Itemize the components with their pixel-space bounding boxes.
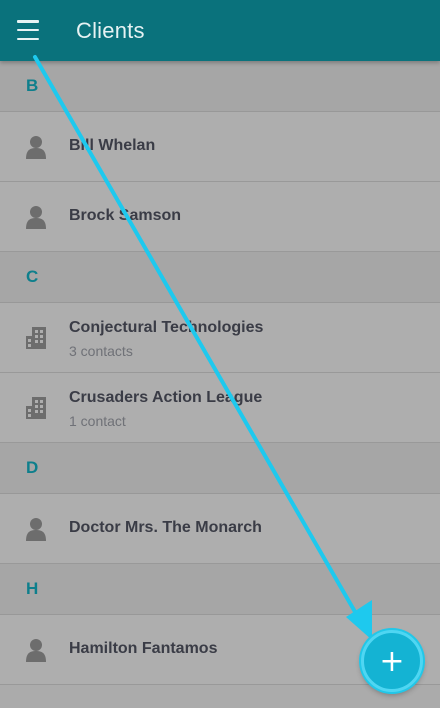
person-icon — [25, 517, 47, 541]
client-name: Hamilton Fantamos — [69, 640, 218, 657]
plus-icon: + — [379, 643, 405, 679]
building-icon — [25, 396, 47, 420]
section-header-h: H — [0, 564, 440, 615]
building-icon — [25, 326, 47, 350]
client-name: Crusaders Action League — [69, 389, 263, 406]
client-list-item[interactable]: Brock Samson — [0, 182, 440, 252]
client-name: Conjectural Technologies — [69, 319, 264, 336]
app-bar: Clients — [0, 0, 440, 61]
client-contact-count: 1 contact — [69, 413, 126, 429]
section-header-c: C — [0, 252, 440, 303]
person-icon — [25, 638, 47, 662]
client-contact-count: 3 contacts — [69, 343, 133, 359]
client-name: Doctor Mrs. The Monarch — [69, 519, 262, 536]
person-icon — [25, 205, 47, 229]
client-list-item[interactable]: Crusaders Action League 1 contact — [0, 373, 440, 443]
page-title: Clients — [76, 18, 145, 43]
section-header-d: D — [0, 443, 440, 494]
client-name: Brock Samson — [69, 207, 182, 224]
client-list: B Bill Whelan Brock Samson C Conjectural Tec… — [0, 61, 440, 685]
section-header-b: B — [0, 61, 440, 112]
hamburger-menu-icon[interactable] — [17, 20, 41, 40]
client-list-item[interactable]: Conjectural Technologies 3 contacts — [0, 303, 440, 373]
client-list-item[interactable]: Doctor Mrs. The Monarch — [0, 494, 440, 564]
client-list-item[interactable]: Bill Whelan — [0, 112, 440, 182]
person-icon — [25, 135, 47, 159]
client-name: Bill Whelan — [69, 137, 156, 154]
add-client-button[interactable]: + — [361, 630, 423, 692]
